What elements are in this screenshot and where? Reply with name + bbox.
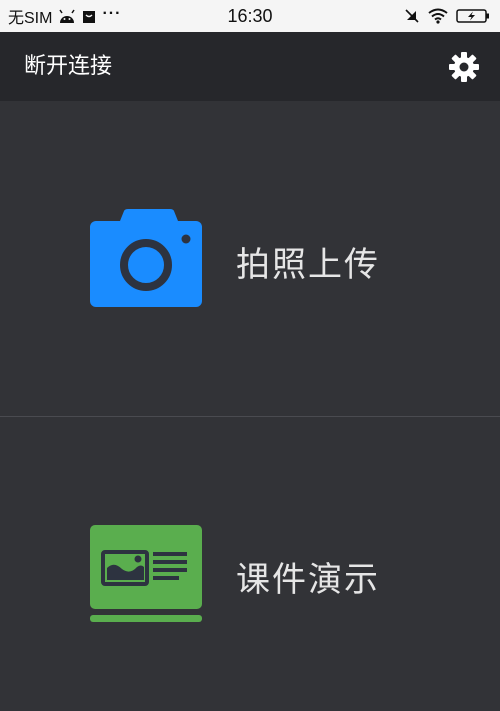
- gear-icon[interactable]: [448, 51, 480, 83]
- photo-upload-button[interactable]: 拍照上传: [0, 101, 500, 416]
- disconnect-button[interactable]: 断开连接: [24, 32, 112, 101]
- carrier-label: 无SIM: [8, 10, 53, 27]
- camera-icon: [90, 209, 202, 307]
- wifi-icon: [428, 8, 448, 24]
- android-icon: [59, 9, 76, 23]
- bag-icon: [83, 11, 96, 23]
- status-left: 无SIM ···: [8, 0, 121, 32]
- status-bar: 16:30 无SIM ···: [0, 0, 500, 32]
- slides-presentation-label: 课件演示: [236, 560, 380, 600]
- more-dots-icon: ···: [102, 5, 122, 22]
- slideshow-icon: [90, 525, 202, 622]
- status-right: [404, 0, 490, 32]
- photo-upload-label: 拍照上传: [236, 245, 380, 285]
- battery-charging-icon: [456, 9, 489, 23]
- app-bar: 断开连接: [0, 32, 500, 101]
- mute-icon: [405, 9, 419, 23]
- slides-presentation-button[interactable]: 课件演示: [0, 417, 500, 711]
